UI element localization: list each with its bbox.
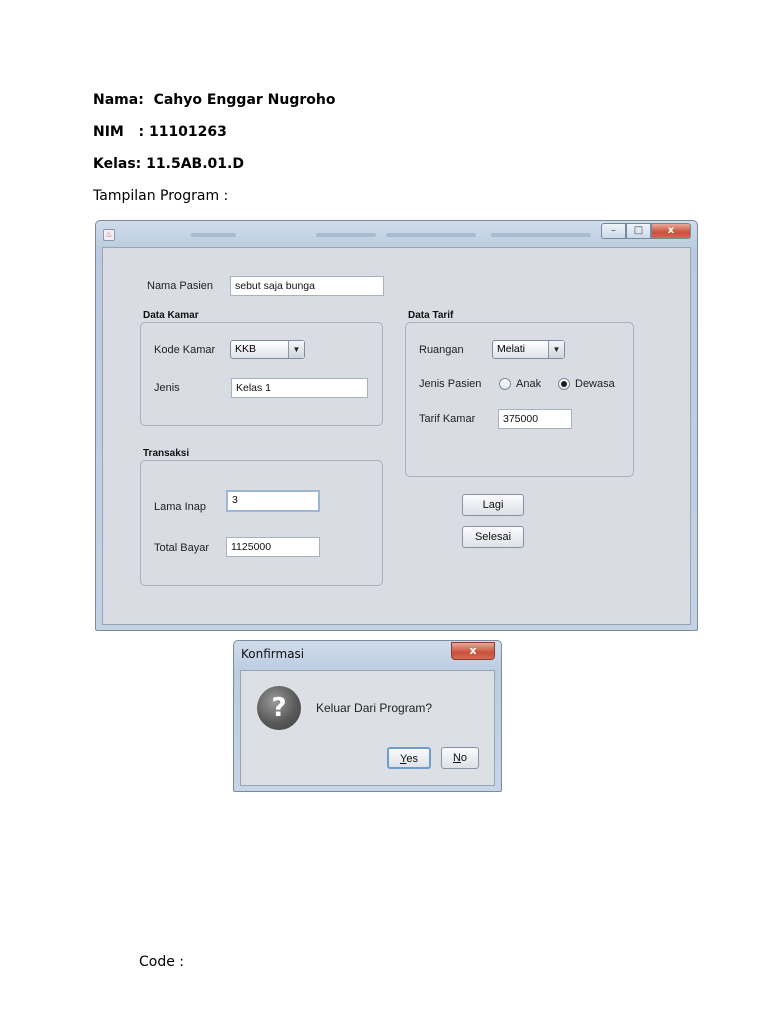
transaksi-title: Transaksi: [143, 448, 190, 459]
window-titlebar[interactable]: ♨ – □ x: [96, 221, 697, 247]
radio-anak[interactable]: [499, 378, 511, 390]
tarif-kamar-label: Tarif Kamar: [419, 413, 476, 425]
dialog-close-button[interactable]: x: [451, 642, 495, 660]
yes-label: es: [406, 753, 418, 765]
ruangan-value: Melati: [497, 343, 526, 355]
blurred-title-fragment: [491, 233, 591, 237]
total-bayar-label: Total Bayar: [154, 542, 210, 554]
minimize-button[interactable]: –: [601, 223, 626, 239]
nim-label: NIM: [93, 124, 124, 140]
dialog-body: ? Keluar Dari Program? Yes No: [240, 670, 495, 786]
ruangan-combo[interactable]: Melati ▼: [492, 340, 565, 359]
window-content: Nama Pasien sebut saja bunga Data Kamar …: [102, 247, 691, 625]
nama-line: Nama: Cahyo Enggar Nugroho: [93, 92, 335, 108]
lama-inap-label: Lama Inap: [154, 501, 206, 513]
blurred-title-fragment: [316, 233, 376, 237]
jenis-label: Jenis: [154, 382, 180, 394]
data-kamar-group: [140, 322, 383, 426]
question-icon: ?: [257, 686, 301, 730]
blurred-title-fragment: [386, 233, 476, 237]
dialog-title: Konfirmasi: [241, 647, 305, 661]
window-controls: – □ x: [601, 223, 691, 239]
java-app-icon: ♨: [103, 229, 115, 241]
blurred-title-fragment: [191, 233, 236, 237]
chevron-down-icon[interactable]: ▼: [288, 341, 304, 358]
no-mnemonic: N: [452, 752, 461, 764]
radio-dewasa-label[interactable]: Dewasa: [575, 378, 615, 390]
no-label: o: [460, 752, 468, 764]
radio-anak-label[interactable]: Anak: [516, 378, 541, 390]
data-kamar-title: Data Kamar: [143, 310, 199, 321]
nim-value: : 11101263: [138, 124, 227, 140]
code-label: Code :: [139, 954, 185, 970]
lama-inap-field[interactable]: 3: [226, 490, 320, 512]
kode-kamar-value: KKB: [235, 343, 257, 355]
jenis-pasien-label: Jenis Pasien: [419, 378, 482, 390]
kelas-label: Kelas:: [93, 156, 142, 172]
kelas-value: 11.5AB.01.D: [146, 156, 244, 172]
app-window: ♨ – □ x Nama Pasien sebut saja bunga Dat…: [95, 220, 698, 631]
nim-line: NIM : 11101263: [93, 124, 227, 140]
data-tarif-title: Data Tarif: [408, 310, 454, 321]
kode-kamar-combo[interactable]: KKB ▼: [230, 340, 305, 359]
radio-dewasa[interactable]: [558, 378, 570, 390]
transaksi-group: [140, 460, 383, 586]
nama-value: Cahyo Enggar Nugroho: [153, 92, 336, 108]
nama-pasien-label: Nama Pasien: [147, 280, 214, 292]
selesai-button[interactable]: Selesai: [462, 526, 524, 548]
dialog-message: Keluar Dari Program?: [316, 701, 433, 715]
maximize-button[interactable]: □: [626, 223, 651, 239]
kode-kamar-label: Kode Kamar: [154, 344, 216, 356]
jenis-field[interactable]: Kelas 1: [231, 378, 368, 398]
nama-label: Nama:: [93, 92, 144, 108]
tampilan-label: Tampilan Program :: [93, 188, 229, 204]
tarif-kamar-field[interactable]: 375000: [498, 409, 572, 429]
kelas-line: Kelas: 11.5AB.01.D: [93, 156, 244, 172]
lagi-button[interactable]: Lagi: [462, 494, 524, 516]
nama-pasien-field[interactable]: sebut saja bunga: [230, 276, 384, 296]
yes-button[interactable]: Yes: [387, 747, 431, 769]
close-button[interactable]: x: [651, 223, 691, 239]
total-bayar-field[interactable]: 1125000: [226, 537, 320, 557]
confirm-dialog: Konfirmasi x ? Keluar Dari Program? Yes …: [233, 640, 502, 792]
no-button[interactable]: No: [441, 747, 479, 769]
chevron-down-icon[interactable]: ▼: [548, 341, 564, 358]
ruangan-label: Ruangan: [419, 344, 464, 356]
